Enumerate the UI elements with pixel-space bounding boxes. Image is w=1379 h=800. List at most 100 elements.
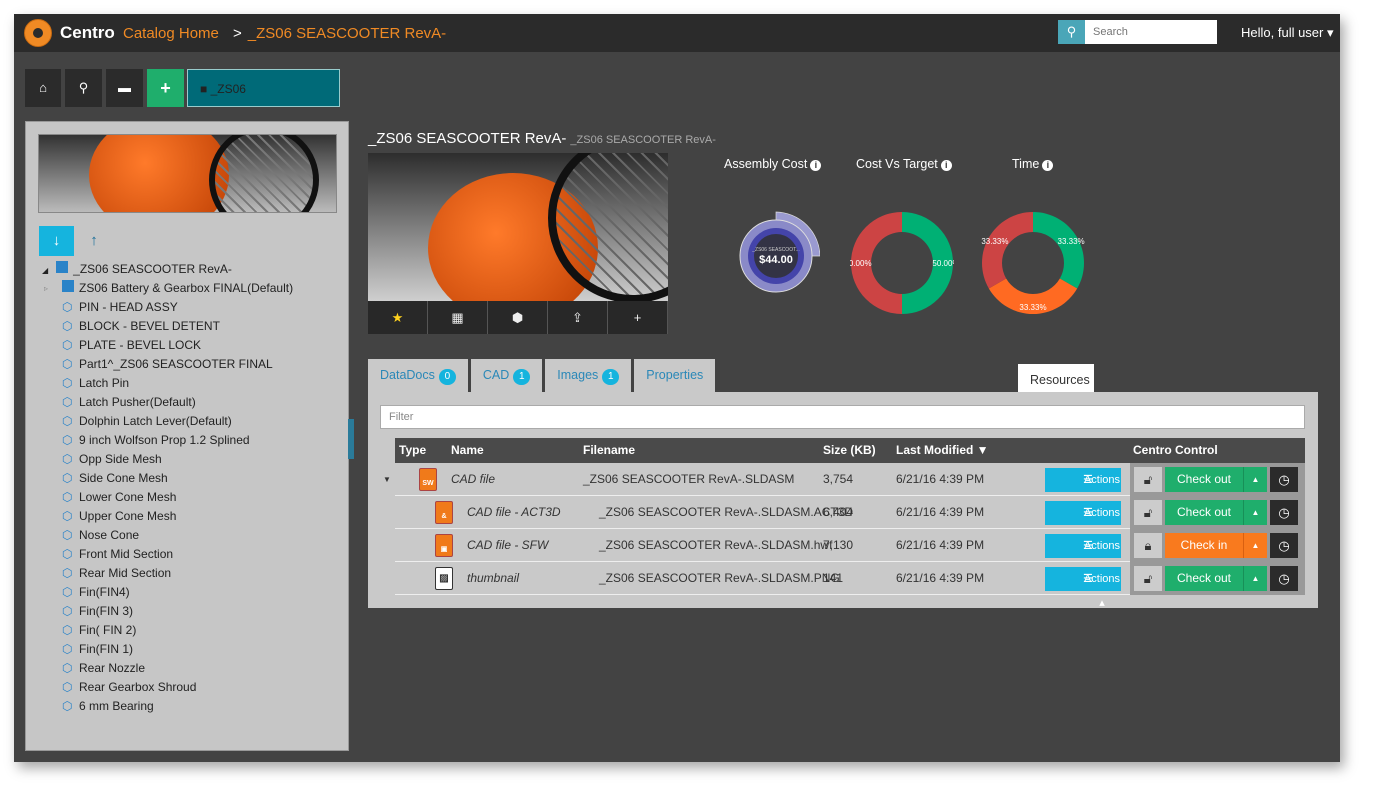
- info-icon[interactable]: i: [810, 160, 822, 171]
- control-dropdown-button[interactable]: ▲: [1243, 500, 1267, 525]
- tree-item[interactable]: ⬡ 9 inch Wolfson Prop 1.2 Splined: [42, 431, 293, 450]
- filter-input[interactable]: Filter: [380, 405, 1305, 429]
- home-button[interactable]: ⌂: [25, 69, 61, 107]
- table-row[interactable]: ▼ SW CAD file _ZS06 SEASCOOTER RevA-.SLDA…: [383, 463, 1305, 510]
- favorite-button[interactable]: ★: [368, 301, 428, 334]
- table-row[interactable]: ▨ thumbnail _ZS06 SEASCOOTER RevA-.SLDAS…: [395, 562, 1305, 609]
- part-icon: ⬡: [62, 376, 73, 390]
- tree-root[interactable]: ◢ _ZS06 SEASCOOTER RevA-: [42, 260, 293, 279]
- info-icon[interactable]: i: [940, 160, 952, 171]
- assembly-cost-sunburst[interactable]: _ZS06 SEASCOOT... $44.00: [730, 204, 820, 304]
- expand-row-icon[interactable]: ▼: [383, 463, 391, 496]
- tree-item[interactable]: ⬡ Fin(FIN 1): [42, 640, 293, 659]
- table-row[interactable]: & CAD file - ACT3D _ZS06 SEASCOOTER RevA…: [395, 496, 1305, 543]
- tree-item[interactable]: ⬡ Rear Mid Section: [42, 564, 293, 583]
- donut-slice[interactable]: [982, 212, 1033, 289]
- tree-item-label: Opp Side Mesh: [79, 452, 162, 466]
- user-menu[interactable]: Hello, full user ▾: [1241, 25, 1334, 41]
- donut-slice[interactable]: [1033, 212, 1084, 289]
- tree-item[interactable]: ⬡ Lower Cone Mesh: [42, 488, 293, 507]
- tree-item[interactable]: ⬡ Fin(FIN 3): [42, 602, 293, 621]
- tree-item[interactable]: ⬡ Part1^_ZS06 SEASCOOTER FINAL: [42, 355, 293, 374]
- lock-icon[interactable]: 🔒︎: [1134, 533, 1162, 558]
- table-view-button[interactable]: ▦: [428, 301, 488, 334]
- row-name[interactable]: CAD file - SFW: [467, 538, 548, 552]
- check-out-button[interactable]: Check out: [1165, 467, 1243, 492]
- actions-button[interactable]: ☰ Actions ▴: [1045, 534, 1121, 576]
- tab-label: Resources: [1030, 373, 1090, 387]
- tree-item[interactable]: ⬡ Dolphin Latch Lever(Default): [42, 412, 293, 431]
- collapse-all-button[interactable]: ↑: [84, 226, 104, 256]
- centro-logo[interactable]: [24, 19, 52, 47]
- tab-datadocs[interactable]: DataDocs 0: [368, 359, 468, 392]
- actions-button[interactable]: ☰ Actions ▴: [1045, 567, 1121, 609]
- tree-item[interactable]: ⬡ Upper Cone Mesh: [42, 507, 293, 526]
- col-type[interactable]: Type: [399, 438, 426, 463]
- search-icon[interactable]: ⚲: [1058, 20, 1085, 44]
- tree-item[interactable]: ⬡ BLOCK - BEVEL DETENT: [42, 317, 293, 336]
- tree-item[interactable]: ⬡ Fin(FIN4): [42, 583, 293, 602]
- tree-item[interactable]: ⬡ Rear Gearbox Shroud: [42, 678, 293, 697]
- open-item-tab[interactable]: ■ _ZS06 SEASCOOTER..: [187, 69, 340, 134]
- tree-item[interactable]: ⬡ 6 mm Bearing: [42, 697, 293, 716]
- tree-item[interactable]: ⬡ Opp Side Mesh: [42, 450, 293, 469]
- breadcrumb-catalog-home[interactable]: Catalog Home: [123, 25, 219, 42]
- col-last-modified[interactable]: Last Modified ▼: [896, 438, 989, 463]
- assembly-tree: ◢ _ZS06 SEASCOOTER RevA- ▹ ZS06 Battery & …: [42, 260, 293, 716]
- folder-button[interactable]: ▬: [106, 69, 143, 107]
- row-name[interactable]: CAD file: [451, 472, 495, 486]
- tree-item[interactable]: ⬡ PLATE - BEVEL LOCK: [42, 336, 293, 355]
- check-in-button[interactable]: Check in: [1165, 533, 1243, 558]
- tree-item[interactable]: ⬡ Front Mid Section: [42, 545, 293, 564]
- 3d-view-button[interactable]: ⬢: [488, 301, 548, 334]
- tab-properties[interactable]: Properties: [634, 359, 716, 392]
- col-filename[interactable]: Filename: [583, 438, 635, 463]
- time-donut[interactable]: 33.33% 33.33% 33.33%: [981, 211, 1085, 315]
- tree-item[interactable]: ⬡ Rear Nozzle: [42, 659, 293, 678]
- row-name[interactable]: CAD file - ACT3D: [467, 505, 561, 519]
- tab-images[interactable]: Images 1: [545, 359, 632, 392]
- col-name[interactable]: Name: [451, 438, 484, 463]
- panel-collapse-handle[interactable]: [348, 419, 354, 459]
- check-out-button[interactable]: Check out: [1165, 566, 1243, 591]
- unlock-icon[interactable]: 🔓︎: [1134, 500, 1162, 525]
- tab-cad[interactable]: CAD 1: [470, 359, 543, 392]
- unlock-icon[interactable]: 🔓︎: [1134, 566, 1162, 591]
- history-icon[interactable]: ◷: [1270, 500, 1298, 525]
- search-input[interactable]: [1085, 20, 1217, 44]
- control-dropdown-button[interactable]: ▲: [1243, 533, 1267, 558]
- tree-item[interactable]: ▹ ZS06 Battery & Gearbox FINAL(Default): [42, 279, 293, 298]
- tree-item[interactable]: ⬡ Latch Pin: [42, 374, 293, 393]
- history-icon[interactable]: ◷: [1270, 467, 1298, 492]
- actions-button[interactable]: ☰ Actions ▴: [1045, 468, 1121, 510]
- cost-vs-target-donut[interactable]: 50.00% 50.00%: [850, 211, 954, 315]
- tree-item-label: 6 mm Bearing: [79, 699, 154, 713]
- unlock-icon[interactable]: 🔓︎: [1134, 467, 1162, 492]
- upload-button[interactable]: ⇪: [548, 301, 608, 334]
- check-out-button[interactable]: Check out: [1165, 500, 1243, 525]
- control-dropdown-button[interactable]: ▲: [1243, 467, 1267, 492]
- row-name[interactable]: thumbnail: [467, 571, 519, 585]
- col-size[interactable]: Size (KB): [823, 438, 876, 463]
- collapse-caret-icon: ◢: [42, 266, 49, 275]
- control-dropdown-button[interactable]: ▲: [1243, 566, 1267, 591]
- add-button[interactable]: +: [147, 69, 184, 107]
- tree-item-label: Side Cone Mesh: [79, 471, 168, 485]
- add-button[interactable]: +: [608, 301, 668, 334]
- tree-item[interactable]: ⬡ Fin( FIN 2): [42, 621, 293, 640]
- history-icon[interactable]: ◷: [1270, 533, 1298, 558]
- search-button[interactable]: ⚲: [65, 69, 102, 107]
- tree-item[interactable]: ⬡ PIN - HEAD ASSY: [42, 298, 293, 317]
- image-file-icon: ▨: [435, 567, 453, 590]
- actions-button[interactable]: ☰ Actions ▴: [1045, 501, 1121, 543]
- tree-item[interactable]: ⬡ Nose Cone: [42, 526, 293, 545]
- expand-all-button[interactable]: ↓: [39, 226, 74, 256]
- tree-item[interactable]: ⬡ Latch Pusher(Default): [42, 393, 293, 412]
- history-icon[interactable]: ◷: [1270, 566, 1298, 591]
- part-icon: ⬡: [62, 661, 73, 675]
- tree-item[interactable]: ⬡ Side Cone Mesh: [42, 469, 293, 488]
- tree-item-label: Rear Mid Section: [79, 566, 172, 580]
- table-row[interactable]: ▣ CAD file - SFW _ZS06 SEASCOOTER RevA-.…: [395, 529, 1305, 576]
- info-icon[interactable]: i: [1042, 160, 1054, 171]
- resources-panel: Filter Type Name Filename Size (KB) Last…: [368, 392, 1318, 609]
